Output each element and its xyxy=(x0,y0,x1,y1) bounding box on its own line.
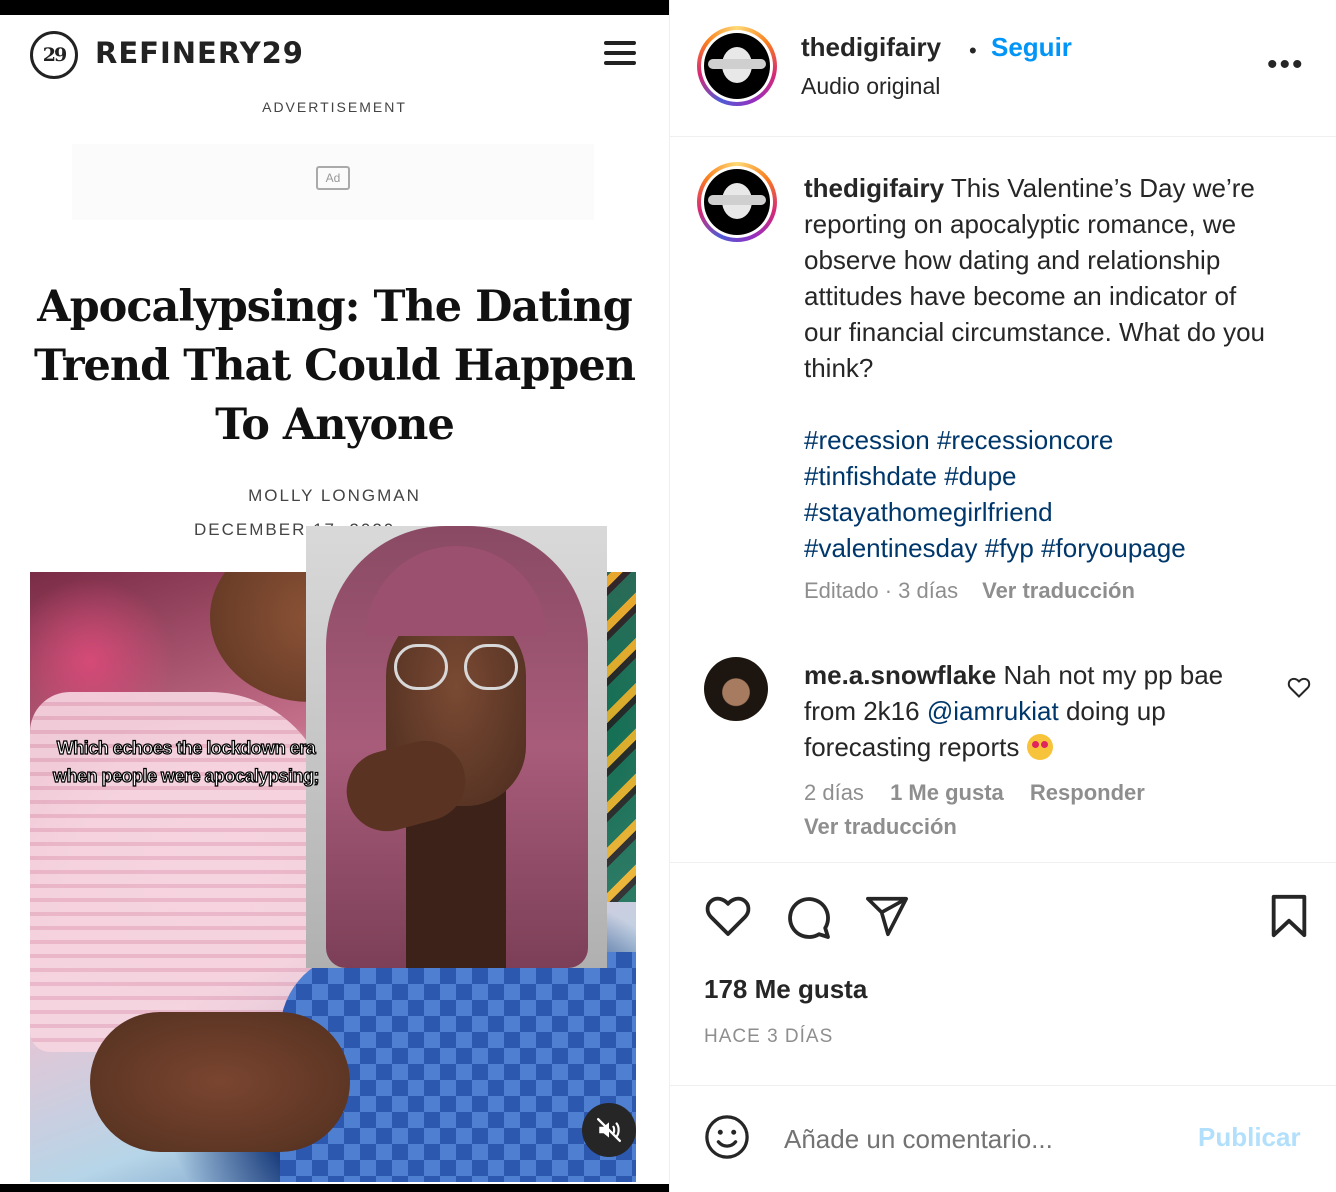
post-sidebar: thedigifairy • Seguir Audio original •••… xyxy=(669,0,1336,1192)
reply-button[interactable]: Responder xyxy=(1030,780,1145,805)
caption-text: This Valentine’s Day we’re reporting on … xyxy=(804,173,1265,383)
refinery29-logo-icon: 29 xyxy=(30,31,78,79)
hashtag[interactable]: #recessioncore xyxy=(937,425,1113,455)
post-video[interactable]: 29 REFINERY29 ADVERTISEMENT Ad Apocalyps… xyxy=(0,0,669,1192)
caption-username[interactable]: thedigifairy xyxy=(804,173,944,203)
site-brand: REFINERY29 xyxy=(95,36,304,70)
ad-badge: Ad xyxy=(316,166,350,190)
post-caption: thedigifairy This Valentine’s Day we’re … xyxy=(804,170,1274,386)
hamburger-menu-icon xyxy=(604,41,636,65)
publish-button[interactable]: Publicar xyxy=(1198,1122,1301,1153)
creator-overlay-video xyxy=(306,526,607,968)
hashtag[interactable]: #foryoupage xyxy=(1041,533,1186,563)
caption-translate-link[interactable]: Ver traducción xyxy=(982,578,1135,603)
hashtag[interactable]: #dupe xyxy=(944,461,1016,491)
caption-avatar[interactable] xyxy=(697,162,777,242)
comment-likes[interactable]: 1 Me gusta xyxy=(890,780,1004,805)
hashtag[interactable]: #fyp xyxy=(985,533,1034,563)
post-timestamp: HACE 3 DÍAS xyxy=(704,1026,834,1047)
emoji-smile-icon[interactable] xyxy=(704,1114,750,1160)
bookmark-icon[interactable] xyxy=(1268,893,1310,939)
comment-body: me.a.snowflake Nah not my pp bae from 2k… xyxy=(804,657,1244,765)
comment-meta: 2 días 1 Me gusta Responder xyxy=(804,780,1165,806)
article-author: MOLLY LONGMAN xyxy=(248,486,421,505)
comment-bubble-icon[interactable] xyxy=(784,893,832,941)
comment-mention[interactable]: @iamrukiat xyxy=(927,696,1059,726)
video-bottom-bar xyxy=(0,1184,669,1192)
caption-meta: Editado · 3 días Ver traducción xyxy=(804,578,1135,604)
post-header: thedigifairy • Seguir Audio original ••• xyxy=(670,0,1336,137)
video-caption-overlay: Which echoes the lockdown era when peopl… xyxy=(52,737,320,786)
commenter-avatar[interactable] xyxy=(704,657,768,721)
hashtag[interactable]: #recession xyxy=(804,425,930,455)
article-headline: Apocalypsing: The Dating Trend That Coul… xyxy=(34,282,636,450)
comment-like-heart-icon[interactable] xyxy=(1287,676,1311,698)
comment-age: 2 días xyxy=(804,780,864,805)
hashtag[interactable]: #stayathomegirlfriend xyxy=(804,497,1053,527)
follow-button[interactable]: Seguir xyxy=(991,32,1072,63)
hashtag[interactable]: #tinfishdate xyxy=(804,461,937,491)
share-send-icon[interactable] xyxy=(864,893,910,939)
commenter-username[interactable]: me.a.snowflake xyxy=(804,660,996,690)
author-avatar[interactable] xyxy=(697,26,777,106)
more-options-icon[interactable]: ••• xyxy=(1267,48,1305,82)
header-separator: • xyxy=(969,38,977,63)
comment-input[interactable] xyxy=(782,1118,1186,1160)
audio-link[interactable]: Audio original xyxy=(801,73,940,100)
heart-eyes-emoji-icon xyxy=(1026,734,1053,760)
video-top-bar xyxy=(0,0,669,15)
like-heart-icon[interactable] xyxy=(704,893,752,937)
speaker-muted-icon xyxy=(596,1117,622,1143)
hashtag-list: #recession #recessioncore #tinfishdate #… xyxy=(804,422,1304,566)
hashtag[interactable]: #valentinesday xyxy=(804,533,977,563)
edited-timestamp: Editado · 3 días xyxy=(804,578,959,603)
logo-mark: 29 xyxy=(42,44,67,66)
ad-label: ADVERTISEMENT xyxy=(262,99,407,115)
like-count[interactable]: 178 Me gusta xyxy=(704,974,867,1005)
comment-translate-link[interactable]: Ver traducción xyxy=(804,814,957,840)
mute-button[interactable] xyxy=(582,1103,636,1157)
author-username[interactable]: thedigifairy xyxy=(801,32,941,63)
